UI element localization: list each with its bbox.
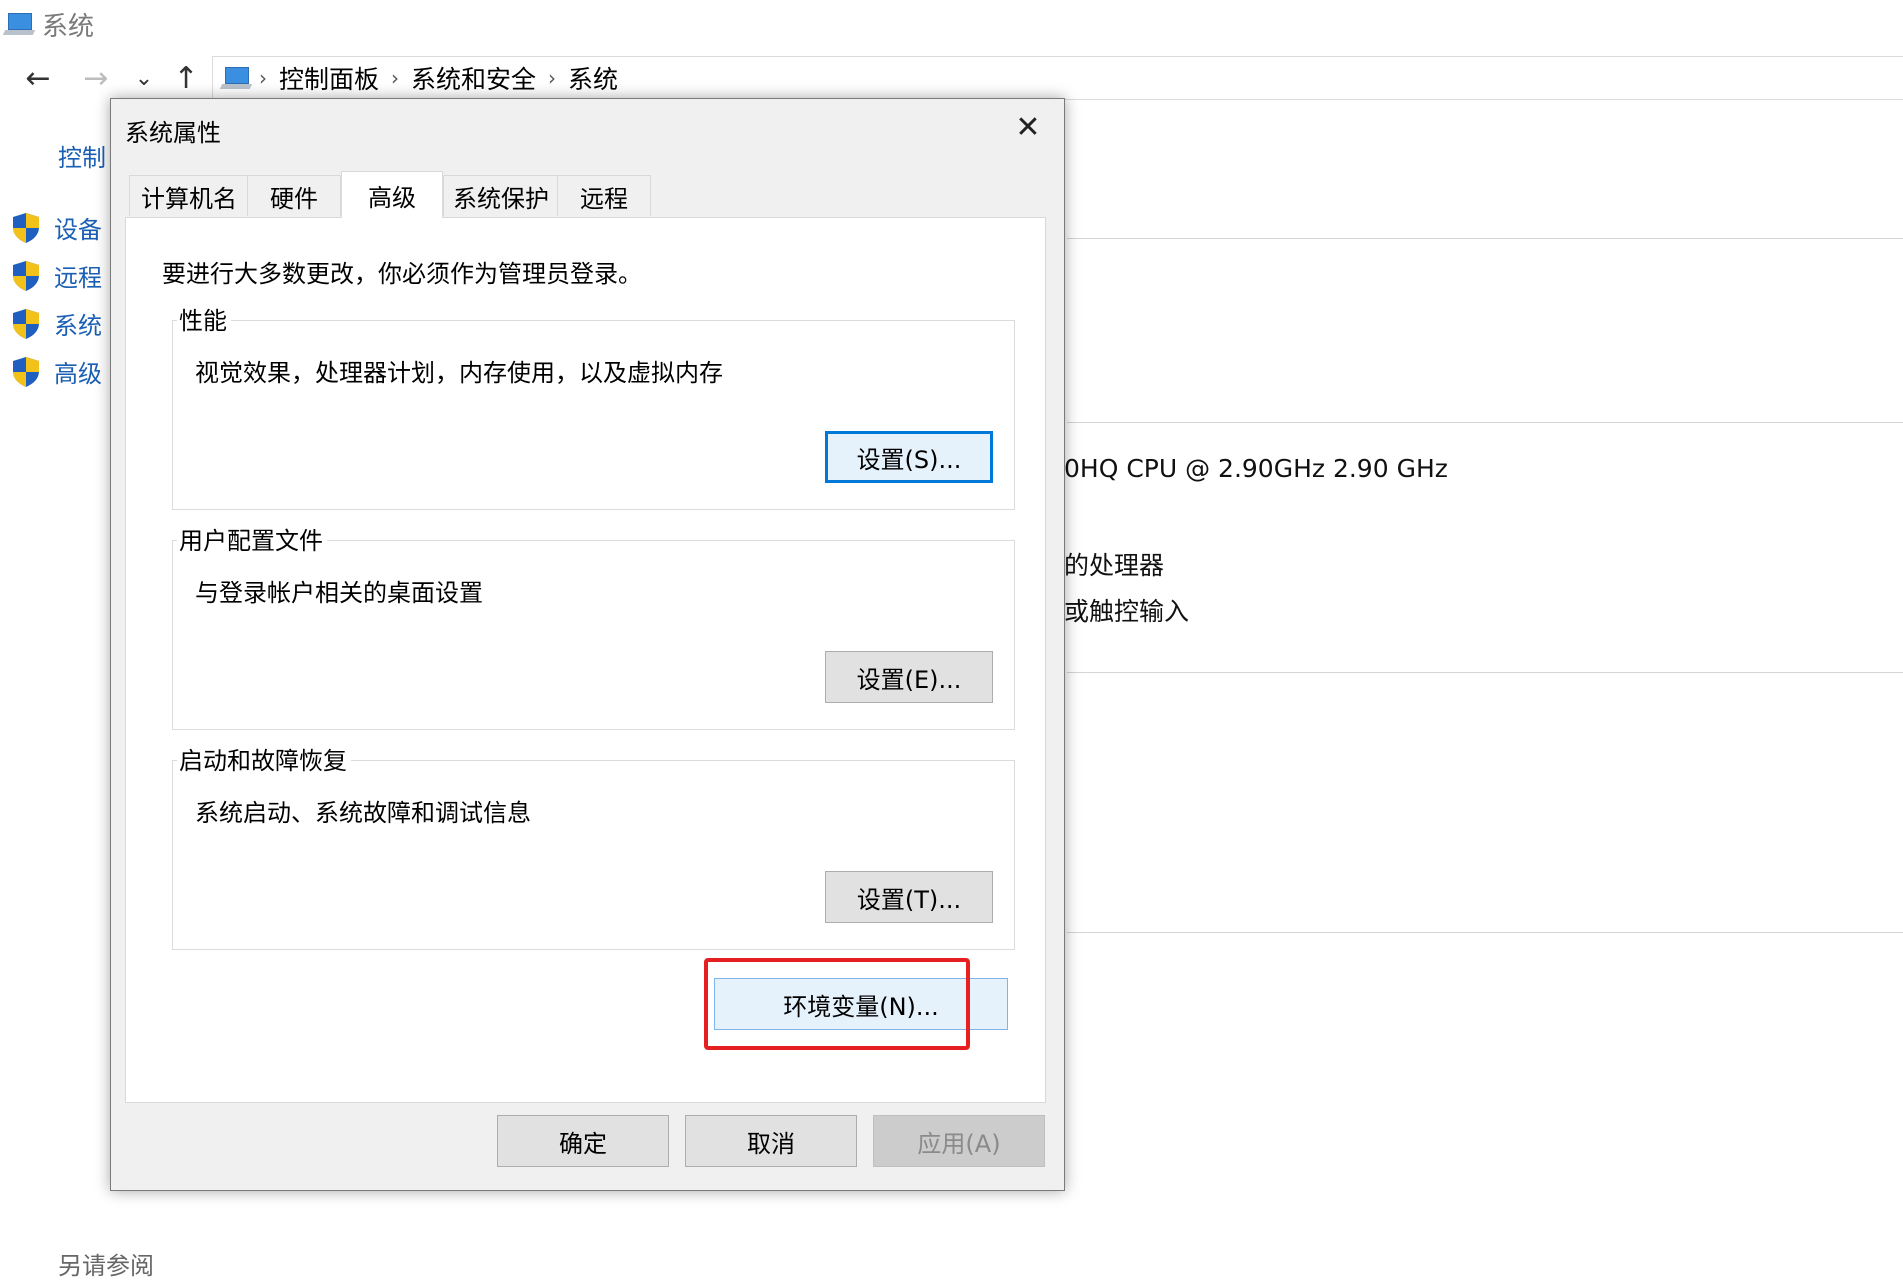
control-panel-home-link[interactable]: 控制 bbox=[58, 138, 106, 173]
tab-computer-name[interactable]: 计算机名 bbox=[129, 175, 249, 216]
cancel-button[interactable]: 取消 bbox=[685, 1115, 857, 1167]
breadcrumb-system[interactable]: 系统 bbox=[568, 60, 618, 96]
admin-notice: 要进行大多数更改，你必须作为管理员登录。 bbox=[162, 260, 642, 288]
highlight-annotation-box bbox=[704, 958, 970, 1050]
navigation-bar: ← → ⌄ ↑ › 控制面板 › 系统和安全 › 系统 bbox=[0, 56, 1903, 100]
processor-info-text: 的处理器 bbox=[1064, 551, 1165, 580]
user-profiles-description: 与登录帐户相关的桌面设置 bbox=[195, 579, 483, 607]
window-title-bar: 系统 bbox=[2, 6, 95, 42]
startup-recovery-description: 系统启动、系统故障和调试信息 bbox=[195, 799, 531, 827]
ok-button[interactable]: 确定 bbox=[497, 1115, 669, 1167]
section-divider bbox=[1067, 672, 1903, 673]
uac-shield-icon bbox=[12, 356, 40, 388]
sidebar-item-label: 高级 bbox=[54, 360, 102, 388]
computer-icon bbox=[2, 11, 36, 37]
computer-icon bbox=[219, 65, 253, 91]
recent-locations-chevron-icon[interactable]: ⌄ bbox=[126, 60, 162, 96]
tab-system-protection[interactable]: 系统保护 bbox=[443, 175, 559, 216]
user-profiles-settings-button[interactable]: 设置(E)... bbox=[825, 651, 993, 703]
touch-info-text: 或触控输入 bbox=[1064, 597, 1190, 626]
sidebar-item-device-manager[interactable]: 设备 bbox=[12, 210, 102, 245]
performance-description: 视觉效果，处理器计划，内存使用，以及虚拟内存 bbox=[195, 359, 723, 387]
back-arrow-icon[interactable]: ← bbox=[20, 60, 56, 96]
performance-group: 性能 视觉效果，处理器计划，内存使用，以及虚拟内存 设置(S)... bbox=[172, 301, 1015, 510]
section-divider bbox=[1067, 238, 1903, 239]
startup-recovery-group: 启动和故障恢复 系统启动、系统故障和调试信息 设置(T)... bbox=[172, 741, 1015, 950]
breadcrumb-control-panel[interactable]: 控制面板 bbox=[279, 60, 379, 96]
performance-label: 性能 bbox=[177, 301, 231, 336]
window-title: 系统 bbox=[42, 11, 95, 42]
section-divider bbox=[1067, 422, 1903, 423]
breadcrumb-system-security[interactable]: 系统和安全 bbox=[411, 60, 536, 96]
up-arrow-icon[interactable]: ↑ bbox=[168, 60, 204, 96]
startup-recovery-label: 启动和故障恢复 bbox=[177, 741, 351, 776]
breadcrumb-separator: › bbox=[391, 66, 400, 90]
sidebar-item-label: 设备 bbox=[54, 216, 102, 244]
user-profiles-label: 用户配置文件 bbox=[177, 521, 327, 556]
user-profiles-group: 用户配置文件 与登录帐户相关的桌面设置 设置(E)... bbox=[172, 521, 1015, 730]
performance-settings-button[interactable]: 设置(S)... bbox=[825, 431, 993, 483]
see-also-heading: 另请参阅 bbox=[58, 1252, 154, 1280]
uac-shield-icon bbox=[12, 308, 40, 340]
sidebar-item-remote-settings[interactable]: 远程 bbox=[12, 258, 102, 293]
breadcrumb-separator: › bbox=[259, 66, 267, 90]
sidebar-item-label: 系统 bbox=[54, 312, 102, 340]
close-icon[interactable]: ✕ bbox=[1006, 107, 1050, 147]
section-divider bbox=[1067, 932, 1903, 933]
address-bar[interactable]: › 控制面板 › 系统和安全 › 系统 bbox=[212, 56, 1903, 100]
startup-recovery-settings-button[interactable]: 设置(T)... bbox=[825, 871, 993, 923]
tab-remote[interactable]: 远程 bbox=[557, 175, 651, 216]
sidebar-item-label: 远程 bbox=[54, 264, 102, 292]
dialog-title: 系统属性 bbox=[125, 119, 221, 147]
uac-shield-icon bbox=[12, 260, 40, 292]
apply-button[interactable]: 应用(A) bbox=[873, 1115, 1045, 1167]
sidebar-item-system-protection[interactable]: 系统 bbox=[12, 306, 102, 341]
breadcrumb-separator: › bbox=[548, 66, 557, 90]
sidebar-item-advanced-settings[interactable]: 高级 bbox=[12, 354, 102, 389]
forward-arrow-icon[interactable]: → bbox=[78, 60, 114, 96]
cpu-info-text: 0HQ CPU @ 2.90GHz 2.90 GHz bbox=[1064, 454, 1448, 483]
uac-shield-icon bbox=[12, 212, 40, 244]
tab-advanced[interactable]: 高级 bbox=[341, 171, 443, 218]
tab-hardware[interactable]: 硬件 bbox=[247, 175, 341, 216]
